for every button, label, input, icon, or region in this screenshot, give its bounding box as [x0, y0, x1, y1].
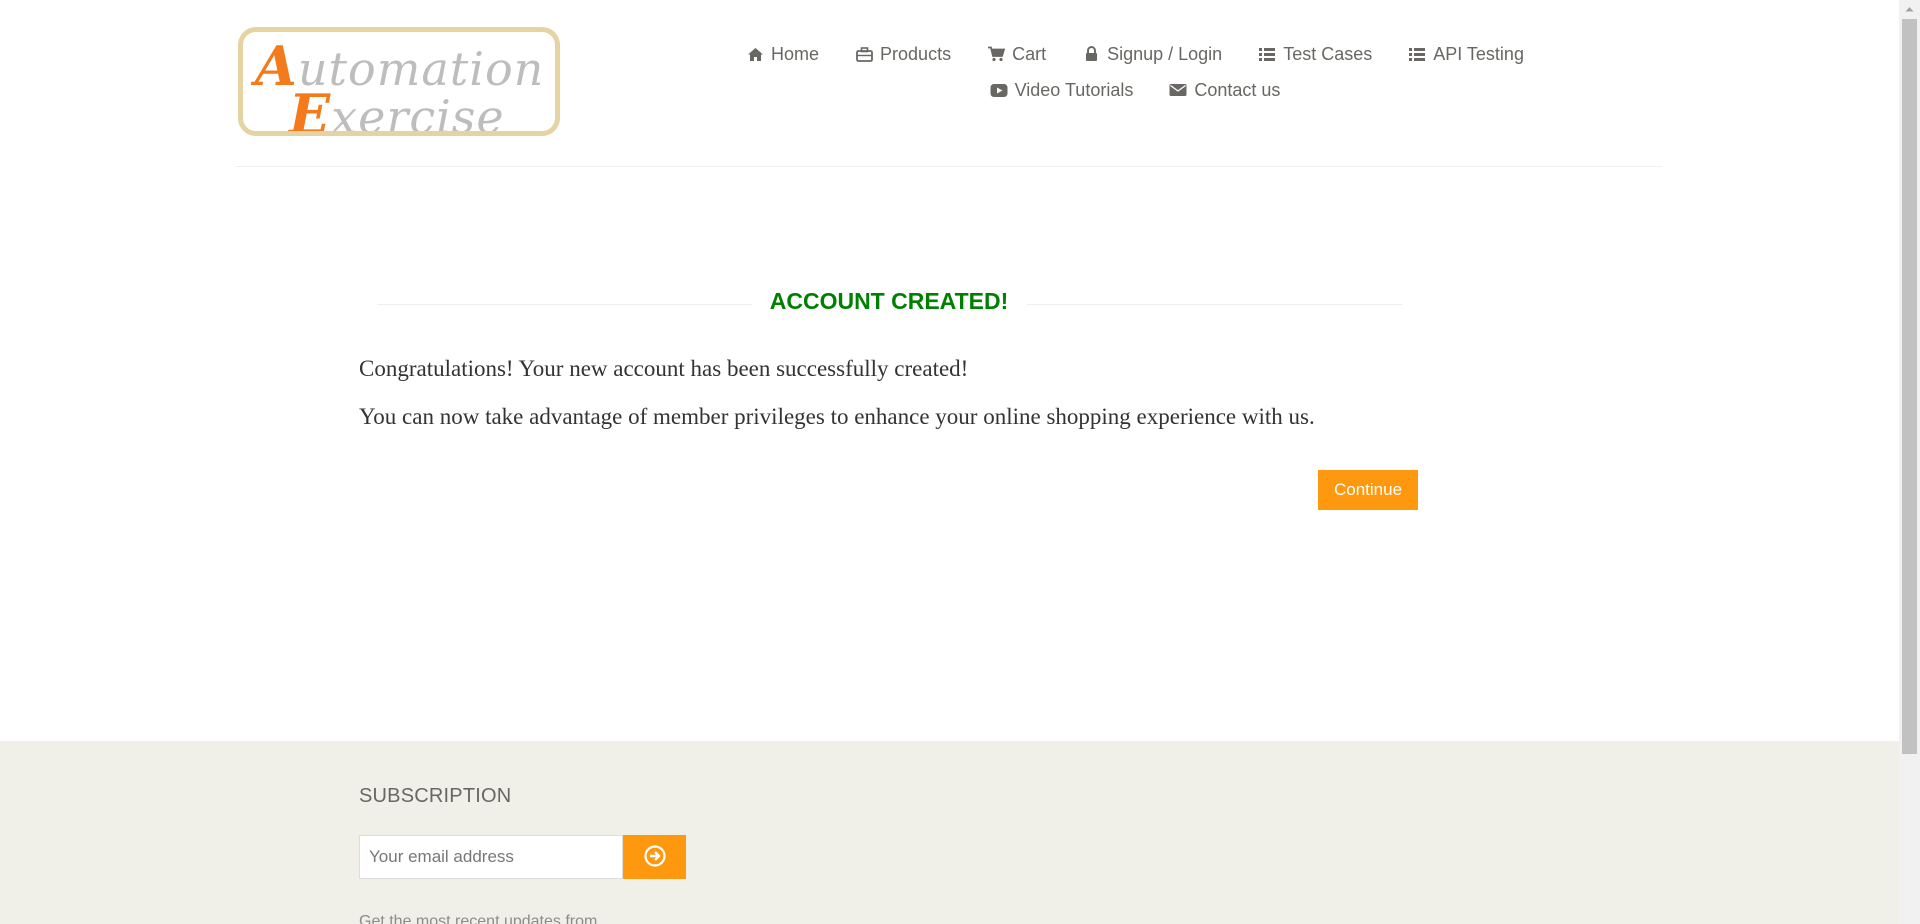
nav-cart[interactable]: Cart	[987, 44, 1046, 65]
nav-api-testing-label: API Testing	[1433, 43, 1524, 64]
youtube-play-icon	[990, 81, 1008, 99]
subscription-title: SUBSCRIPTION	[359, 785, 512, 807]
nav-cart-label: Cart	[1012, 43, 1047, 64]
header: Automation Exercise Home Products Cart S…	[235, 0, 1662, 167]
page-title: ACCOUNT CREATED!	[769, 288, 1009, 314]
nav-api-testing[interactable]: API Testing	[1408, 44, 1524, 65]
footer: SUBSCRIPTION Get the most recent updates…	[0, 741, 1899, 924]
scroll-up-arrow-icon[interactable]	[1899, 0, 1920, 17]
nav-test-cases[interactable]: Test Cases	[1258, 44, 1372, 65]
vertical-scrollbar[interactable]	[1899, 0, 1920, 924]
privileges-message: You can now take advantage of member pri…	[359, 404, 1315, 429]
subscription-description: Get the most recent updates from	[359, 913, 598, 924]
nav-video-tutorials[interactable]: Video Tutorials	[990, 79, 1134, 101]
list-icon	[1258, 45, 1276, 63]
nav-signup-login[interactable]: Signup / Login	[1082, 44, 1222, 65]
nav-contact-us-label: Contact us	[1194, 79, 1281, 100]
nav-row-2: Video Tutorials Contact us	[735, 72, 1535, 108]
continue-button[interactable]: Continue	[1318, 470, 1418, 510]
nav-contact-us[interactable]: Contact us	[1169, 80, 1280, 101]
main-nav: Home Products Cart Signup / Login Test C…	[735, 36, 1535, 108]
nav-home-label: Home	[771, 43, 820, 64]
heading-divider-right	[1027, 304, 1402, 305]
nav-products[interactable]: Products	[855, 44, 951, 65]
arrow-circle-right-icon	[643, 844, 666, 870]
congratulations-message: Congratulations! Your new account has be…	[359, 356, 969, 381]
lock-icon	[1082, 45, 1100, 63]
scroll-down-arrow-icon[interactable]	[1899, 907, 1920, 924]
subscription-email-input[interactable]	[359, 835, 623, 879]
nav-home[interactable]: Home	[746, 44, 819, 65]
site-logo[interactable]: Automation Exercise	[238, 27, 560, 136]
nav-test-cases-label: Test Cases	[1283, 43, 1373, 64]
logo-line-2: Exercise	[289, 82, 505, 136]
briefcase-icon	[855, 45, 873, 63]
nav-signup-login-label: Signup / Login	[1107, 43, 1223, 64]
nav-video-tutorials-label: Video Tutorials	[1014, 79, 1134, 100]
account-created-heading: ACCOUNT CREATED!	[377, 284, 1402, 324]
page: Automation Exercise Home Products Cart S…	[0, 0, 1899, 924]
home-icon	[746, 45, 764, 63]
scrollbar-thumb[interactable]	[1902, 19, 1917, 754]
cart-icon	[987, 45, 1006, 63]
subscribe-button[interactable]	[623, 835, 686, 879]
nav-products-label: Products	[880, 43, 952, 64]
envelope-icon	[1169, 81, 1187, 99]
nav-row-1: Home Products Cart Signup / Login Test C…	[735, 36, 1535, 72]
list-icon	[1408, 45, 1426, 63]
